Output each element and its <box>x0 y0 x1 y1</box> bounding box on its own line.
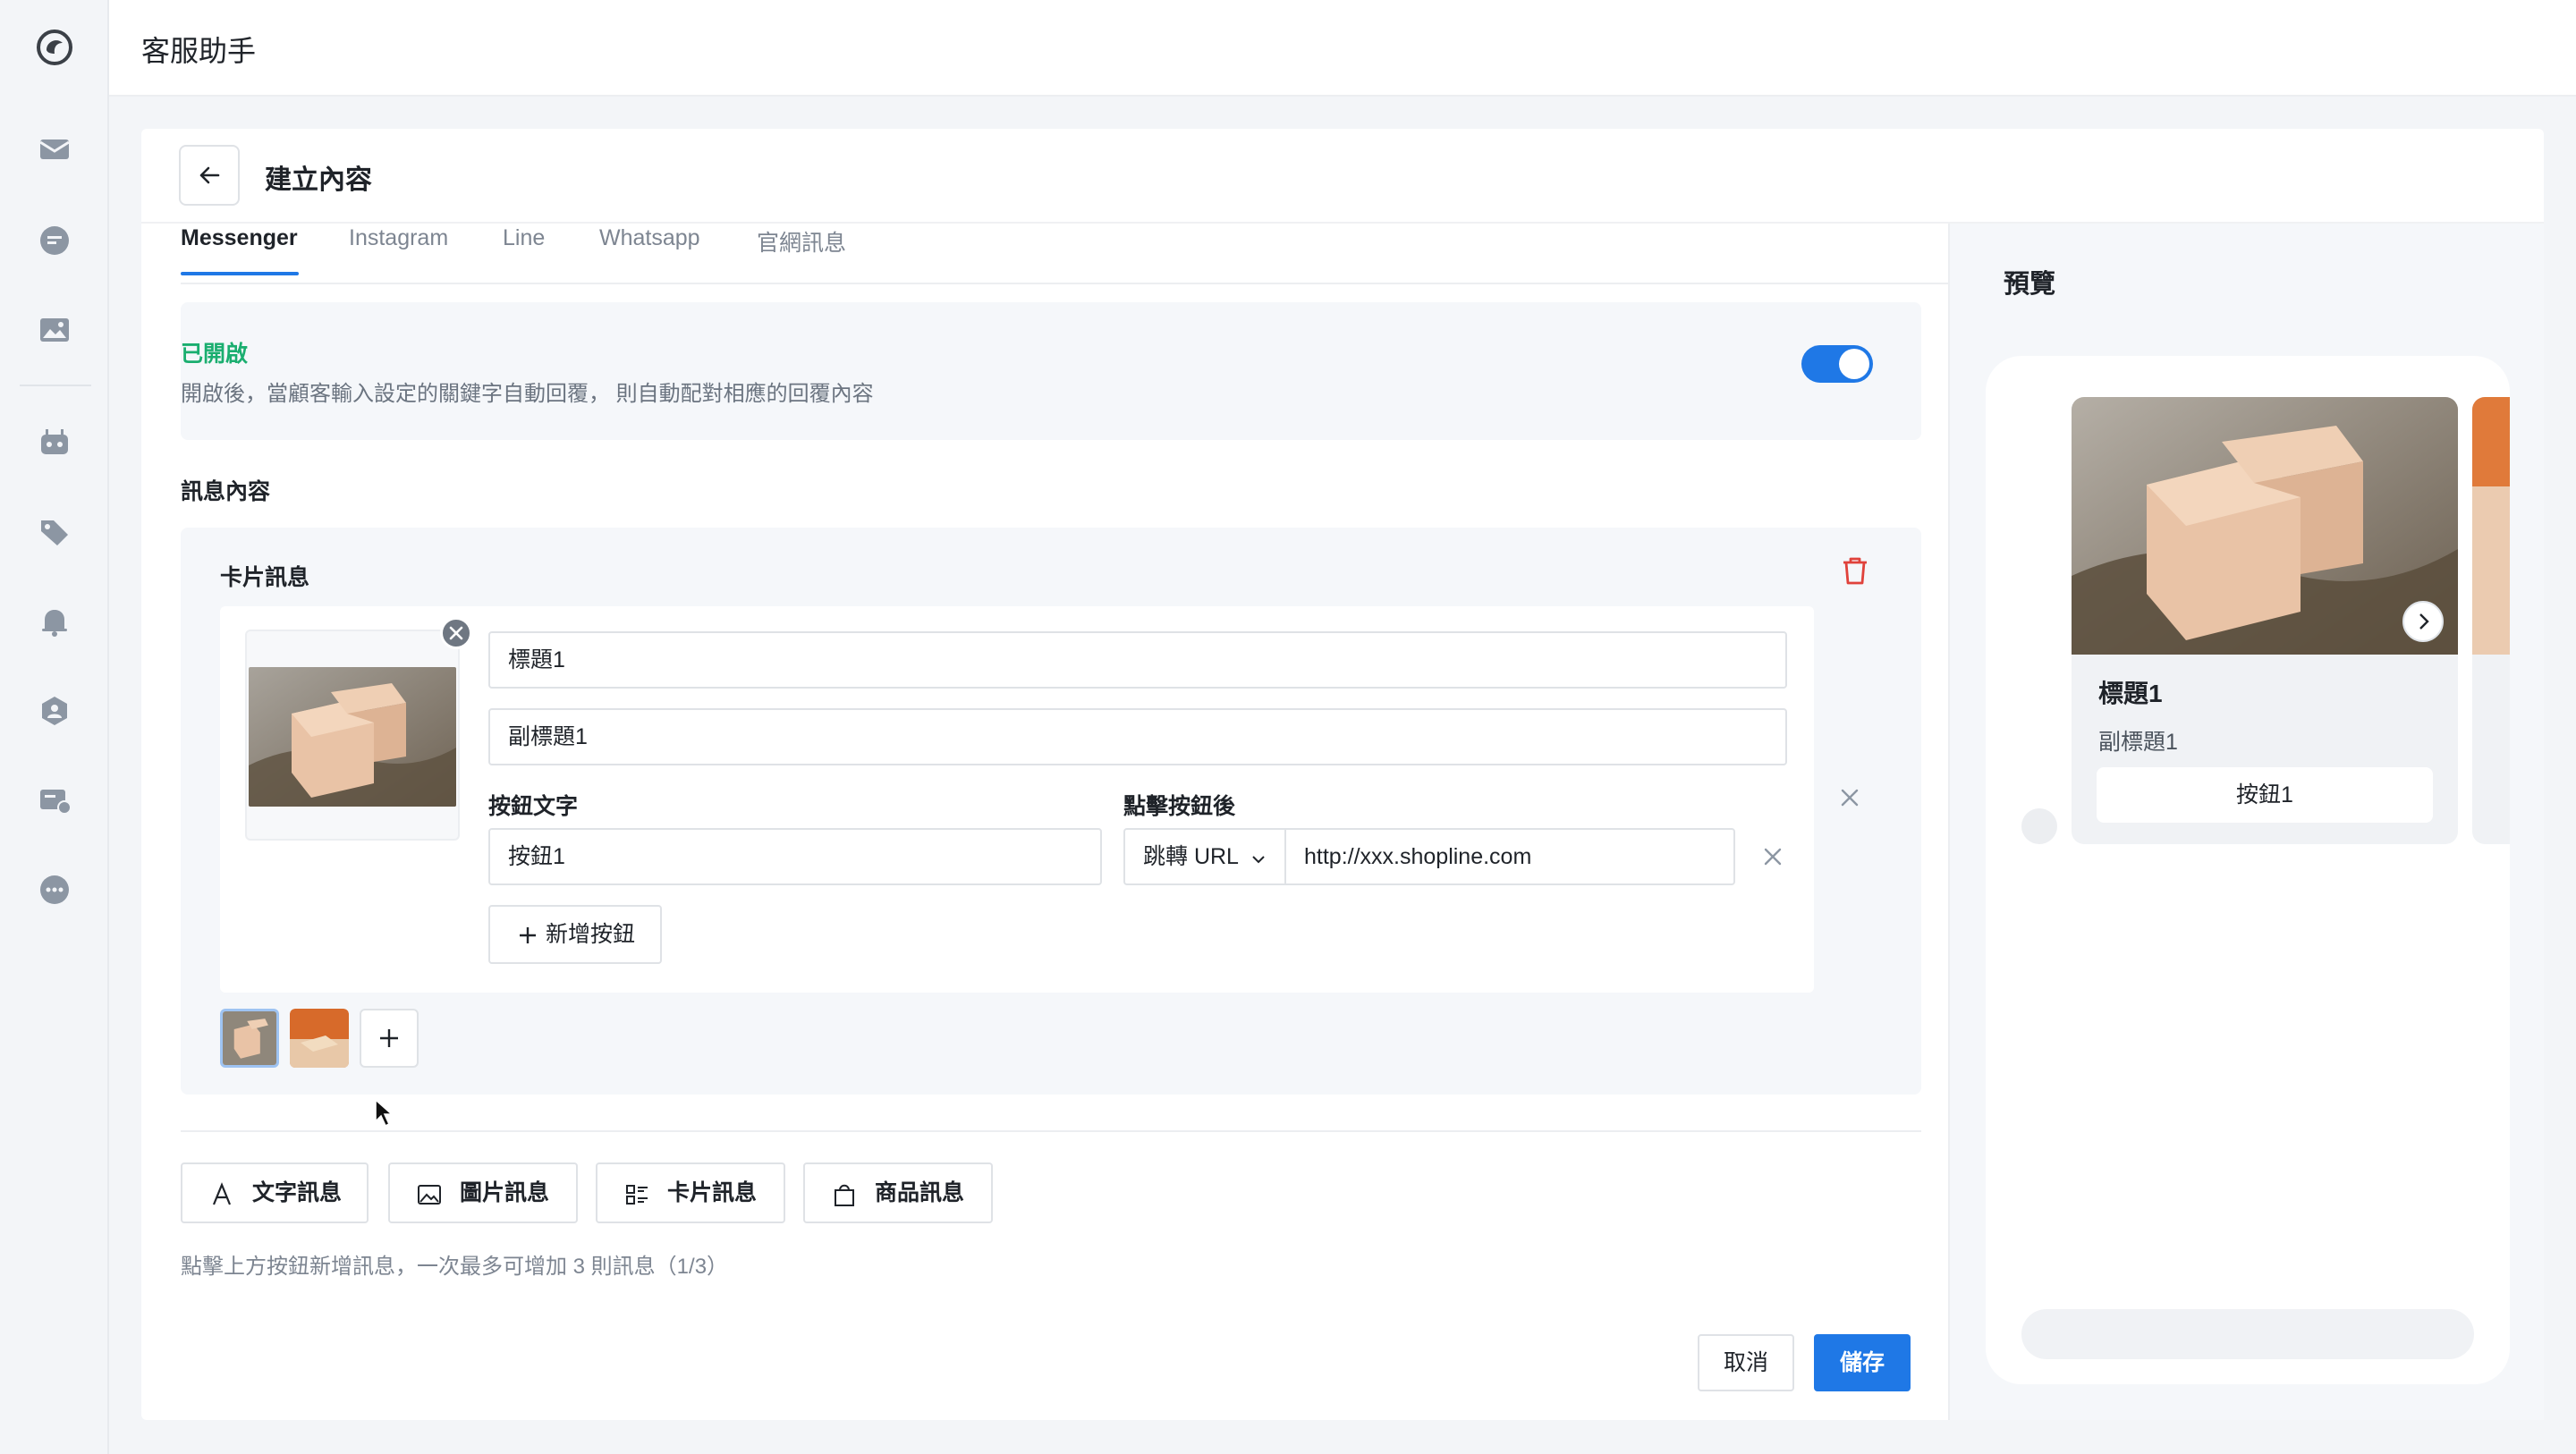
url-input[interactable]: http://xxx.shopline.com <box>1284 828 1735 885</box>
bot-icon[interactable] <box>36 424 73 461</box>
preview-card-2-image <box>2472 397 2510 655</box>
page-header: 建立內容 <box>141 129 2544 224</box>
block-title: 卡片訊息 <box>220 565 310 590</box>
logo-icon[interactable] <box>36 29 73 66</box>
auto-reply-switch[interactable] <box>1801 345 1873 383</box>
mouse-cursor-icon <box>375 1098 394 1128</box>
action-type-value: 跳轉 URL <box>1143 844 1239 869</box>
chevron-right-icon <box>2419 613 2429 630</box>
tab-whatsapp[interactable]: Whatsapp <box>599 225 700 251</box>
avatar <box>2021 808 2057 844</box>
phone-input-bar <box>2021 1309 2474 1359</box>
toggle-status: 已開啟 <box>181 342 249 367</box>
active-tab-indicator <box>181 272 299 275</box>
card-image <box>249 667 456 807</box>
preview-card-title: 標題1 <box>2098 680 2163 707</box>
preview-card: 標題1 副標題1 按鈕1 <box>2072 397 2458 844</box>
switch-knob <box>1839 349 1869 379</box>
ticket-icon[interactable] <box>36 782 73 819</box>
cancel-button[interactable]: 取消 <box>1698 1334 1794 1391</box>
plus-icon <box>380 1029 398 1047</box>
preview-card-2 <box>2472 397 2510 844</box>
button-text-label: 按鈕文字 <box>488 794 579 819</box>
divider <box>181 1130 1921 1132</box>
chat-icon[interactable] <box>36 222 73 259</box>
app-title: 客服助手 <box>141 35 257 67</box>
arrow-left-icon <box>199 166 220 184</box>
tab-instagram[interactable]: Instagram <box>349 225 448 251</box>
image-icon[interactable] <box>36 311 73 349</box>
add-text-message-label: 文字訊息 <box>252 1180 343 1205</box>
add-product-message-label: 商品訊息 <box>875 1180 965 1205</box>
remove-image-button[interactable] <box>440 617 472 649</box>
phone-mockup: 標題1 副標題1 按鈕1 <box>1986 356 2510 1384</box>
remove-card-icon[interactable] <box>1837 785 1862 810</box>
add-card-message-button[interactable]: 卡片訊息 <box>596 1162 785 1223</box>
add-image-message-button[interactable]: 圖片訊息 <box>388 1162 578 1223</box>
add-image-message-label: 圖片訊息 <box>460 1180 550 1205</box>
tab-line[interactable]: Line <box>503 225 545 251</box>
sidebar-divider <box>20 385 91 386</box>
page-title: 建立內容 <box>265 165 372 195</box>
card-thumbnail-2[interactable] <box>290 1009 349 1068</box>
plus-icon <box>520 927 536 943</box>
team-icon[interactable] <box>36 692 73 730</box>
add-product-message-button[interactable]: 商品訊息 <box>803 1162 993 1223</box>
after-click-label: 點擊按鈕後 <box>1123 794 1236 819</box>
card-subtitle-input[interactable]: 副標題1 <box>488 708 1787 765</box>
chevron-down-icon <box>1252 856 1265 864</box>
channel-tabs <box>181 224 2050 284</box>
tab-website-message[interactable]: 官網訊息 <box>757 225 846 258</box>
inbox-icon[interactable] <box>36 131 73 168</box>
main-card: 建立內容 Messenger Instagram Line Whatsapp 官… <box>141 129 2544 1420</box>
action-type-select[interactable]: 跳轉 URL <box>1123 828 1284 885</box>
add-card-button[interactable] <box>360 1009 419 1068</box>
auto-reply-panel <box>181 302 1921 440</box>
top-bar: 客服助手 <box>109 0 2576 97</box>
back-button[interactable] <box>179 145 240 206</box>
add-text-message-button[interactable]: 文字訊息 <box>181 1162 369 1223</box>
add-button-label: 新增按鈕 <box>546 922 636 947</box>
preview-card-subtitle: 副標題1 <box>2098 730 2178 755</box>
button-text-input[interactable]: 按鈕1 <box>488 828 1102 885</box>
close-icon <box>449 626 463 640</box>
card-thumbnail-1[interactable] <box>220 1009 279 1068</box>
save-button[interactable]: 儲存 <box>1814 1334 1911 1391</box>
card-title-input[interactable]: 標題1 <box>488 631 1787 689</box>
image-icon <box>418 1185 441 1205</box>
shopping-bag-icon <box>835 1184 854 1206</box>
text-icon <box>212 1182 232 1205</box>
card-list-icon <box>626 1185 648 1205</box>
next-card-button[interactable] <box>2402 601 2444 642</box>
more-icon[interactable] <box>36 871 73 909</box>
trash-icon[interactable] <box>1837 553 1873 588</box>
preview-panel: 預覽 標題1 副標題1 按鈕1 <box>1948 224 2544 1420</box>
tag-icon[interactable] <box>36 513 73 551</box>
remove-button-icon[interactable] <box>1760 844 1785 869</box>
sidebar <box>0 0 109 1454</box>
toggle-description: 開啟後，當顧客輸入設定的關鍵字自動回覆， 則自動配對相應的回覆內容 <box>181 382 874 406</box>
hint-text: 點擊上方按鈕新增訊息，一次最多可增加 3 則訊息（1/3） <box>181 1255 729 1279</box>
bell-icon[interactable] <box>36 603 73 640</box>
add-card-message-label: 卡片訊息 <box>667 1180 758 1205</box>
preview-card-image <box>2072 397 2458 655</box>
preview-title: 預覽 <box>2004 270 2056 299</box>
add-button-button[interactable]: 新增按鈕 <box>488 905 662 964</box>
section-label: 訊息內容 <box>181 479 271 504</box>
preview-card-button: 按鈕1 <box>2097 767 2433 823</box>
tab-messenger[interactable]: Messenger <box>181 225 298 251</box>
